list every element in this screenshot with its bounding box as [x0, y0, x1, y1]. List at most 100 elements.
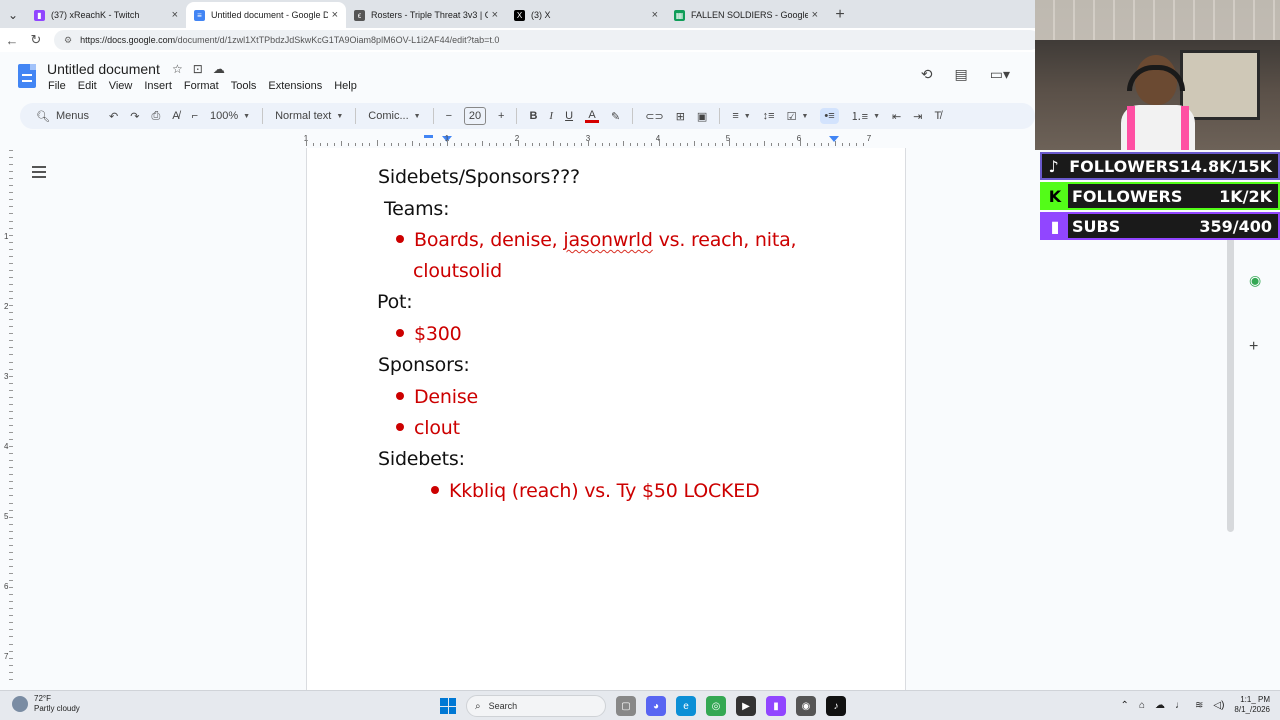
spellcheck-icon[interactable]: A̸	[172, 110, 179, 122]
menu-view[interactable]: View	[109, 80, 133, 92]
media-player-icon[interactable]: ▶	[736, 696, 756, 716]
zoom-select[interactable]: 100% ▼	[210, 110, 250, 122]
version-history-icon[interactable]: ⟲	[921, 66, 933, 83]
font-select[interactable]: Comic... ▼	[368, 110, 420, 122]
undo-icon[interactable]: ↶	[109, 110, 118, 123]
insert-image-icon[interactable]: ▣	[697, 110, 707, 123]
ruler-tick	[9, 206, 13, 208]
edge-icon[interactable]: e	[676, 696, 696, 716]
add-comment-icon[interactable]: ⊞	[676, 110, 685, 123]
close-tab-icon[interactable]: ×	[812, 9, 818, 21]
meet-icon[interactable]: ▭▾	[990, 66, 1010, 83]
bold-button[interactable]: B	[529, 110, 537, 122]
clear-formatting-icon[interactable]: T̸	[934, 110, 941, 122]
text-color-button[interactable]: A	[585, 109, 600, 123]
star-icon[interactable]: ☆	[172, 62, 183, 76]
site-info-icon[interactable]: ⚙	[64, 35, 72, 46]
ruler-tick	[552, 141, 554, 146]
close-tab-icon[interactable]: ×	[332, 9, 338, 21]
menu-format[interactable]: Format	[184, 80, 219, 92]
volume-icon[interactable]: ◁)	[1213, 700, 1224, 711]
menu-file[interactable]: File	[48, 80, 66, 92]
align-icon[interactable]: ≡ ▼	[732, 110, 750, 122]
weather-widget[interactable]: 72°F Partly cloudy	[12, 694, 80, 714]
document-page[interactable]: Sidebets/Sponsors??? Teams: Boards, deni…	[306, 148, 906, 690]
add-addon-icon[interactable]: +	[1249, 338, 1258, 356]
wifi-icon[interactable]: ≋	[1195, 700, 1203, 711]
bulleted-list-icon[interactable]: •≡	[820, 108, 839, 124]
cloud-status-icon[interactable]: ☁	[213, 62, 225, 76]
numbered-list-icon[interactable]: ⒈≡ ▼	[851, 108, 880, 124]
increase-indent-icon[interactable]: ⇥	[913, 110, 922, 123]
increase-font-size-icon[interactable]: +	[498, 110, 504, 122]
link-icon[interactable]: ⊂⊃	[645, 110, 663, 123]
ruler-tick	[9, 551, 13, 553]
print-icon[interactable]: ⎙	[151, 110, 160, 123]
tab-twitch[interactable]: ▮ (37) xReachK - Twitch ×	[26, 2, 186, 28]
taskbar-apps: ⌕ Search ▢ ◕ e ◎ ▶ ▮ ◉ ♪	[440, 695, 846, 717]
task-view-icon[interactable]: ▢	[616, 696, 636, 716]
chrome-icon[interactable]: ◎	[706, 696, 726, 716]
tab-sheets[interactable]: ▦ FALLEN SOLDIERS - Google Sheets ×	[666, 2, 826, 28]
menu-tools[interactable]: Tools	[231, 80, 257, 92]
tab-rosters[interactable]: ϵ Rosters - Triple Threat 3v3 | Check ×	[346, 2, 506, 28]
paint-format-icon[interactable]: ⌐	[192, 110, 198, 122]
menu-insert[interactable]: Insert	[144, 80, 172, 92]
document-scrollbar[interactable]	[1227, 232, 1234, 532]
reload-icon[interactable]: ↻	[24, 32, 48, 48]
network-icon[interactable]: ⌂	[1139, 700, 1145, 711]
line-spacing-icon[interactable]: ↕≡	[763, 110, 775, 122]
chevron-up-icon[interactable]: ⌃	[1121, 700, 1129, 711]
horizontal-ruler[interactable]: 1 1 2 3 4 5 6 7	[304, 134, 906, 148]
tab-search-icon[interactable]: ⌄	[0, 2, 26, 28]
ruler-tick	[9, 291, 13, 292]
obs-icon[interactable]: ◉	[796, 696, 816, 716]
menus-search[interactable]: 🔍︎ Menus	[36, 110, 89, 123]
ruler-tick	[503, 143, 505, 146]
maps-icon[interactable]: ◉	[1249, 272, 1261, 289]
underline-button[interactable]: U	[565, 110, 573, 122]
highlight-icon[interactable]: ✎	[611, 110, 620, 123]
redo-icon[interactable]: ↷	[130, 110, 139, 123]
taskbar-search[interactable]: ⌕ Search	[466, 695, 606, 717]
close-tab-icon[interactable]: ×	[652, 9, 658, 21]
url-input[interactable]: ⚙ https://docs.google.com/document/d/1zw…	[54, 30, 1040, 50]
back-icon[interactable]: ←	[0, 33, 24, 48]
twitch-app-icon[interactable]: ▮	[766, 696, 786, 716]
comments-icon[interactable]: ▤	[955, 66, 968, 83]
checklist-icon[interactable]: ☑ ▼	[787, 110, 809, 123]
microphone-icon[interactable]: ♩	[1175, 700, 1185, 711]
vertical-ruler[interactable]: 1 2 3 4 5 6 7	[0, 150, 14, 690]
tiktok-app-icon[interactable]: ♪	[826, 696, 846, 716]
discord-icon[interactable]: ◕	[646, 696, 666, 716]
close-tab-icon[interactable]: ×	[172, 9, 178, 21]
tab-google-docs[interactable]: ≡ Untitled document - Google Docs ×	[186, 2, 346, 28]
move-folder-icon[interactable]: ⊡	[193, 62, 203, 76]
new-tab-button[interactable]: +	[826, 2, 854, 28]
start-icon[interactable]	[440, 698, 456, 714]
ruler-tick	[9, 164, 13, 166]
menu-edit[interactable]: Edit	[78, 80, 97, 92]
menu-help[interactable]: Help	[334, 80, 357, 92]
tab-x[interactable]: X (3) X ×	[506, 2, 666, 28]
italic-button[interactable]: I	[549, 110, 553, 122]
ruler-tick	[9, 453, 13, 455]
menu-extensions[interactable]: Extensions	[268, 80, 322, 92]
clock[interactable]: 1:1_ PM 8/1_/2026	[1234, 695, 1270, 715]
close-tab-icon[interactable]: ×	[492, 9, 498, 21]
pot-label: Pot:	[377, 291, 413, 313]
teams-bullet-line: Boards, denise, jasonwrld vs. reach, nit…	[396, 229, 797, 251]
url-path: /document/d/1zwl1XtTPbdzJdSkwKcG1TA9Oiam…	[175, 35, 500, 45]
decrease-font-size-icon[interactable]: −	[446, 110, 452, 122]
decrease-indent-icon[interactable]: ⇤	[892, 110, 901, 123]
misspelled-word[interactable]: jasonwrld	[563, 229, 653, 251]
font-size-input[interactable]: 20	[464, 107, 487, 125]
style-select[interactable]: Normal text ▼	[275, 110, 343, 122]
ruler-tick	[9, 368, 13, 370]
first-line-indent-marker[interactable]	[424, 135, 433, 138]
cloud-icon[interactable]: ☁	[1155, 700, 1165, 711]
docs-logo-icon[interactable]	[18, 64, 36, 88]
document-outline-icon[interactable]	[32, 166, 46, 178]
ruler-tick	[362, 143, 364, 146]
document-title[interactable]: Untitled document	[47, 61, 160, 77]
